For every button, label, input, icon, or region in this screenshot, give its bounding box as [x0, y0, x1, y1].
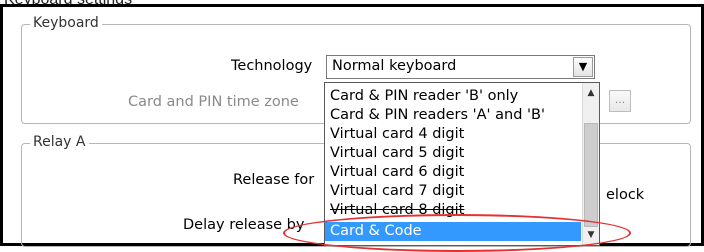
timezone-label: Card and PIN time zone [128, 94, 299, 110]
chevron-up-icon[interactable]: ▲ [583, 85, 599, 101]
relock-label: elock [606, 187, 645, 203]
timezone-browse-button[interactable]: ... [609, 90, 631, 112]
dropdown-option[interactable]: Card & PIN reader 'B' only [330, 87, 518, 106]
dropdown-option[interactable]: Virtual card 4 digit [330, 125, 464, 144]
technology-select-value: Normal keyboard [332, 58, 457, 74]
keyboard-group-legend: Keyboard [30, 15, 102, 31]
dropdown-option[interactable]: Card & PIN readers 'A' and 'B' [330, 106, 545, 125]
chevron-down-icon[interactable]: ▼ [573, 57, 593, 77]
technology-select[interactable]: Normal keyboard ▼ [326, 55, 595, 79]
dropdown-option[interactable]: Virtual card 5 digit [330, 144, 464, 163]
dropdown-option-selected[interactable]: Card & Code [325, 222, 581, 241]
technology-label: Technology [231, 58, 313, 74]
technology-dropdown-list[interactable]: Card & PIN reader 'B' only Card & PIN re… [324, 82, 600, 246]
delay-release-label: Delay release by [183, 217, 305, 233]
release-for-label: Release for [233, 172, 315, 188]
dropdown-option[interactable]: Virtual card 7 digit [330, 182, 464, 201]
dropdown-option[interactable]: Virtual card 8 digit [330, 201, 464, 220]
relay-a-legend: Relay A [30, 134, 89, 150]
scrollbar-thumb[interactable] [584, 123, 598, 227]
chevron-down-icon[interactable]: ▼ [583, 227, 599, 243]
dropdown-option[interactable]: Virtual card 6 digit [330, 163, 464, 182]
dropdown-scrollbar[interactable]: ▲ ▼ [582, 83, 599, 245]
dialog-screenshot: Keyboard Technology Normal keyboard ▼ Ca… [0, 4, 704, 252]
